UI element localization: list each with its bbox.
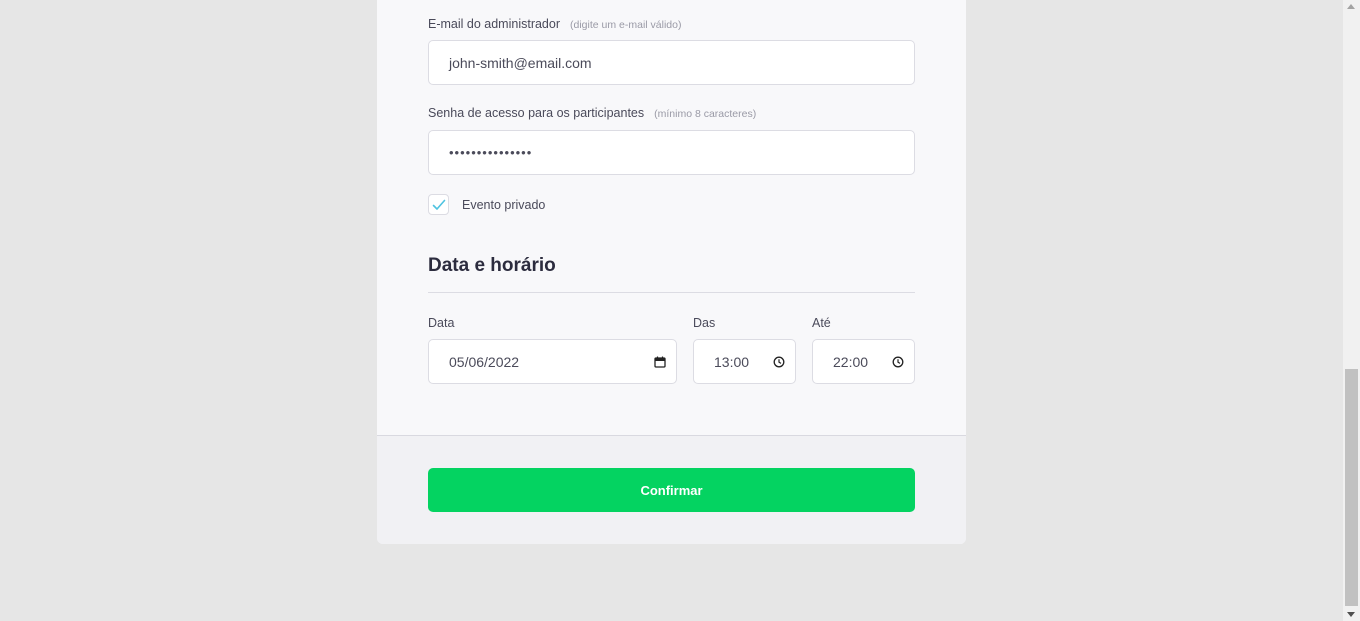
scroll-down-arrow-icon[interactable] (1347, 612, 1355, 617)
clock-icon[interactable] (892, 356, 904, 368)
check-icon (432, 199, 445, 210)
email-hint: (digite um e-mail válido) (570, 19, 682, 31)
private-event-row: Evento privado (428, 194, 545, 215)
date-input[interactable]: 05/06/2022 (428, 339, 677, 384)
private-event-checkbox[interactable] (428, 194, 449, 215)
event-form-card: E-mail do administrador (digite um e-mail… (377, 0, 966, 544)
admin-email-value: john-smith@email.com (449, 54, 592, 71)
to-time-label: Até (812, 316, 831, 330)
from-time-value: 13:00 (714, 353, 750, 370)
date-value: 05/06/2022 (449, 353, 520, 370)
to-time-value: 22:00 (833, 353, 869, 370)
email-label: E-mail do administrador (digite um e-mail… (428, 17, 681, 31)
form-footer: Confirmar (377, 435, 966, 544)
password-label-text: Senha de acesso para os participantes (428, 106, 645, 120)
to-time-input[interactable]: 22:00 (812, 339, 915, 384)
participants-password-input[interactable]: ••••••••••••••• (428, 130, 915, 175)
password-label: Senha de acesso para os participantes (mí… (428, 106, 756, 120)
password-value: ••••••••••••••• (449, 145, 533, 160)
from-time-label: Das (693, 316, 716, 330)
scroll-up-arrow-icon[interactable] (1347, 4, 1355, 9)
private-event-label: Evento privado (462, 197, 546, 212)
section-divider (428, 292, 915, 293)
admin-email-input[interactable]: john-smith@email.com (428, 40, 915, 85)
password-hint: (mínimo 8 caracteres) (654, 108, 757, 120)
date-label: Data (428, 316, 455, 330)
clock-icon[interactable] (773, 356, 785, 368)
page: E-mail do administrador (digite um e-mail… (0, 0, 1360, 621)
calendar-icon[interactable] (654, 356, 666, 368)
vertical-scrollbar[interactable] (1343, 0, 1360, 621)
confirm-button[interactable]: Confirmar (428, 468, 915, 512)
scroll-thumb[interactable] (1345, 369, 1358, 606)
from-time-input[interactable]: 13:00 (693, 339, 796, 384)
schedule-section-title: Data e horário (428, 255, 556, 276)
email-label-text: E-mail do administrador (428, 17, 560, 31)
